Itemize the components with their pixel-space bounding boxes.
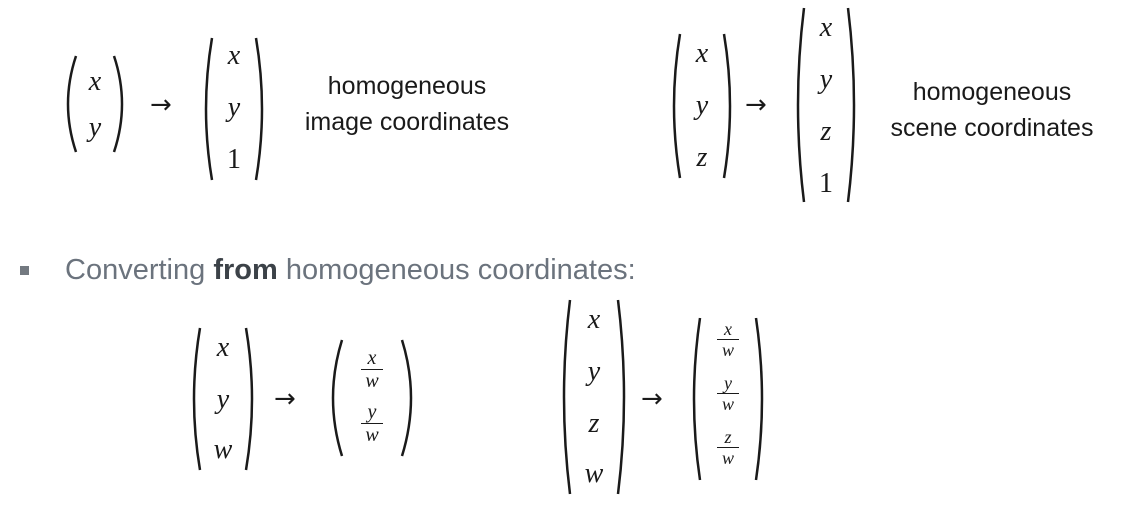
eq2-output-y: y <box>819 64 833 95</box>
eq3-frac-y-num: y <box>367 401 377 423</box>
eq4-output-vector: x w y w z w <box>686 314 770 484</box>
eq1-arrow-icon: → <box>150 90 172 120</box>
eq2-caption: homogeneous scene coordinates <box>866 74 1118 146</box>
eq4-input-w: w <box>584 458 604 489</box>
bullet-text-bold: from <box>213 253 278 286</box>
eq1-caption: homogeneous image coordinates <box>282 68 532 140</box>
eq3-frac-y-den: w <box>365 424 379 446</box>
eq4-frac-y-den: w <box>721 394 734 414</box>
eq3-input-w: w <box>213 434 233 465</box>
eq1-output-x: x <box>227 40 241 71</box>
eq2-output-x: x <box>819 12 833 43</box>
eq4-frac-z-den: w <box>721 448 734 468</box>
eq2-caption-line1: homogeneous <box>912 78 1072 106</box>
eq3-input-x: x <box>216 332 230 363</box>
eq4-arrow-icon: → <box>641 384 663 414</box>
eq4-output-frac-x: x w <box>686 320 770 359</box>
eq2-input-y: y <box>695 90 709 121</box>
eq4-output-frac-y: y w <box>686 374 770 413</box>
eq1-input-x: x <box>88 66 102 97</box>
eq4-frac-z-num: z <box>724 427 732 447</box>
eq1-output-y: y <box>227 92 241 123</box>
eq3-output-frac-y: y w <box>320 402 424 445</box>
eq1-caption-line2: image coordinates <box>304 108 510 136</box>
eq1-output-vector: x y 1 <box>198 34 270 184</box>
eq2-arrow-icon: → <box>745 90 767 120</box>
eq1-input-y: y <box>88 112 102 143</box>
bullet-square-icon <box>20 265 29 275</box>
eq2-input-x: x <box>695 38 709 69</box>
eq1-caption-line1: homogeneous <box>327 72 487 100</box>
eq2-output-z: z <box>820 116 832 147</box>
eq2-caption-line2: scene coordinates <box>890 114 1094 142</box>
bullet-item: Converting from homogeneous coordinates: <box>20 250 636 290</box>
eq3-frac-x-den: w <box>365 370 379 392</box>
eq4-input-vector: x y z w <box>556 296 632 498</box>
bullet-text-after: homogeneous coordinates: <box>277 253 636 286</box>
eq2-output-vector: x y z 1 <box>790 4 862 206</box>
eq3-input-y: y <box>216 384 230 415</box>
eq4-frac-x-den: w <box>721 340 734 360</box>
eq4-input-y: y <box>587 356 601 387</box>
bullet-text-before: Converting <box>65 253 214 286</box>
eq4-input-z: z <box>588 408 600 439</box>
eq3-output-vector: x w y w <box>320 336 424 460</box>
eq2-output-one: 1 <box>819 168 833 199</box>
eq2-input-vector: x y z <box>666 30 738 182</box>
eq2-input-z: z <box>696 142 708 173</box>
eq4-frac-x-num: x <box>724 319 732 339</box>
eq4-frac-y-num: y <box>724 373 732 393</box>
eq1-output-one: 1 <box>227 144 241 175</box>
eq1-input-vector: x y <box>58 52 132 156</box>
eq3-output-frac-x: x w <box>320 348 424 391</box>
eq4-input-x: x <box>587 304 601 335</box>
eq3-frac-x-num: x <box>367 347 377 369</box>
eq3-arrow-icon: → <box>274 384 296 414</box>
eq3-input-vector: x y w <box>186 324 260 474</box>
eq4-output-frac-z: z w <box>686 428 770 467</box>
